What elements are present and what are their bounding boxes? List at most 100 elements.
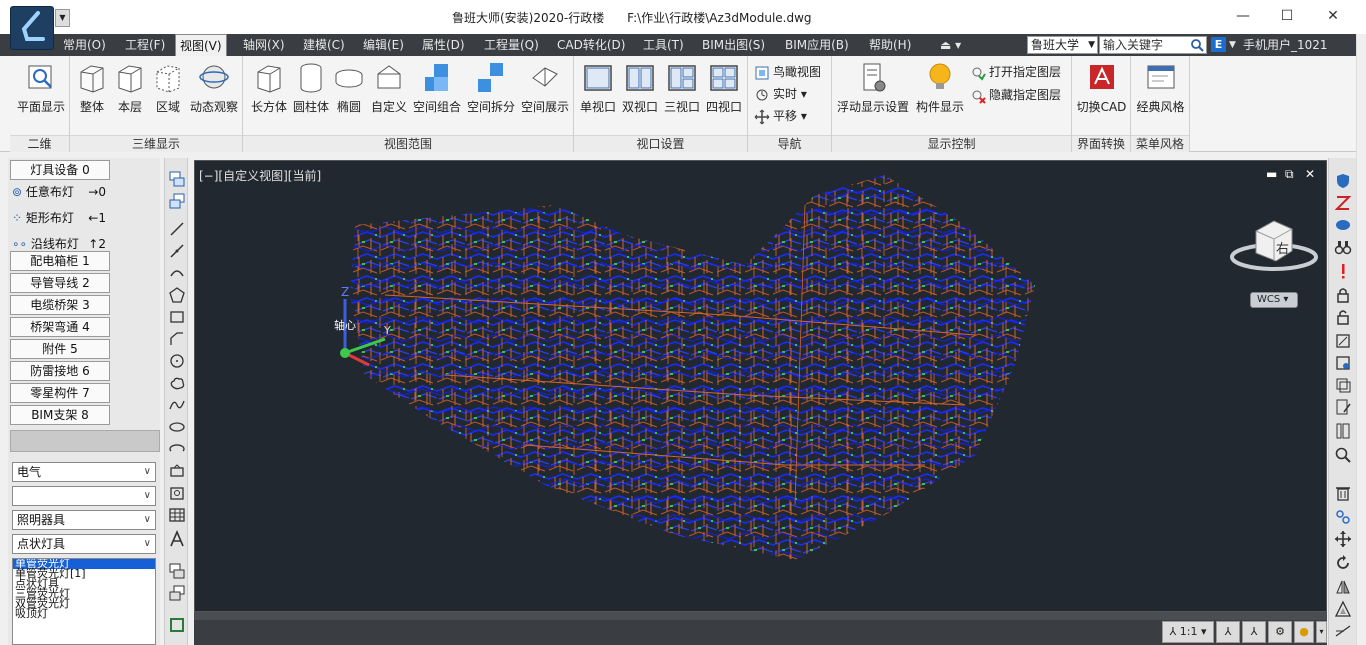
copy-layer-tool[interactable] <box>168 562 186 580</box>
space-combine-button[interactable]: 空间组合 <box>411 60 463 115</box>
lighting-equipment-button[interactable]: 灯具设备 0 <box>10 160 110 180</box>
realtime-button[interactable]: 实时 ▾ <box>754 84 807 104</box>
equipment-type-select[interactable]: 照明器具 ∨ <box>12 510 156 530</box>
menu-project[interactable]: 工程(F) <box>125 34 165 56</box>
block-edit-tool[interactable] <box>1334 332 1352 350</box>
zoom-tool[interactable] <box>1334 446 1352 464</box>
edit-list-tool[interactable] <box>1334 398 1352 416</box>
maximize-button[interactable]: ☐ <box>1264 4 1310 28</box>
plan-view-button[interactable]: 平面显示 <box>16 60 66 115</box>
model-viewport[interactable]: [−][自定义视图][当前] ▬ ⧉ ✕ Z 轴心 Y 右 WCS ▾ <box>194 160 1327 612</box>
ellipse-button[interactable]: 椭圆 <box>329 60 369 115</box>
workspace-button[interactable]: ⚙ <box>1268 621 1292 643</box>
status-menu-dropdown[interactable]: ▾ <box>1316 621 1327 643</box>
quick-access-dropdown[interactable]: ▼ <box>55 9 70 27</box>
switch-cad-button[interactable]: 切换CAD <box>1074 60 1129 115</box>
viewcube[interactable]: 右 <box>1228 209 1320 279</box>
menu-extra-icon[interactable]: ⏏ ▾ <box>940 34 961 56</box>
bird-view-button[interactable]: 鸟瞰视图 <box>754 62 821 82</box>
category-lightning-ground[interactable]: 防雷接地 6 <box>10 361 110 381</box>
menu-bim-apply[interactable]: BIM应用(B) <box>785 34 849 56</box>
search-input[interactable]: 输入关键字 <box>1099 36 1207 54</box>
single-viewport-button[interactable]: 单视口 <box>578 60 618 115</box>
orbit-button[interactable]: 动态观察 <box>188 60 240 115</box>
layer-up-tool[interactable] <box>168 170 186 188</box>
hide-layer-button[interactable]: 隐藏指定图层 <box>970 85 1061 105</box>
insert-block-tool[interactable] <box>168 462 186 480</box>
layer-down-tool[interactable] <box>168 192 186 210</box>
auto-scale-button[interactable]: ⅄ <box>1242 621 1266 643</box>
viewport-close-button[interactable]: ✕ <box>1305 167 1315 181</box>
polyline-tool[interactable] <box>168 242 186 260</box>
app-e-dropdown[interactable]: ▼ <box>1229 34 1236 56</box>
menu-edit[interactable]: 编辑(E) <box>363 34 404 56</box>
menu-tools[interactable]: 工具(T) <box>643 34 684 56</box>
annotation-visibility-button[interactable]: ⅄ <box>1216 621 1240 643</box>
pan-button[interactable]: 平移 ▾ <box>754 106 807 126</box>
rectangle-tool[interactable] <box>168 308 186 326</box>
paste-layer-tool[interactable] <box>168 584 186 602</box>
make-block-tool[interactable] <box>168 484 186 502</box>
component-display-button[interactable]: 构件显示 <box>912 60 968 115</box>
close-button[interactable]: ✕ <box>1310 4 1356 28</box>
open-layer-button[interactable]: 打开指定图层 <box>970 62 1061 82</box>
polyline-arc-tool[interactable] <box>168 330 186 348</box>
scale-tool[interactable] <box>1334 600 1352 618</box>
viewport-label[interactable]: [−][自定义视图][当前] <box>199 167 321 184</box>
copy-props-tool[interactable] <box>1334 376 1352 394</box>
alert-tool[interactable] <box>1334 262 1352 280</box>
properties-tool[interactable] <box>1334 354 1352 372</box>
text-tool[interactable] <box>168 529 186 548</box>
arc-tool[interactable] <box>168 264 186 282</box>
select-box-tool[interactable] <box>168 616 186 634</box>
list-tool[interactable] <box>1334 422 1352 440</box>
this-floor-button[interactable]: 本层 <box>112 60 148 115</box>
ellipse-tool[interactable] <box>168 418 186 436</box>
lock-tool[interactable] <box>1334 286 1352 304</box>
category-conduit-wire[interactable]: 导管导线 2 <box>10 273 110 293</box>
viewport-minimize-button[interactable]: ▬ <box>1266 167 1277 181</box>
wcs-dropdown[interactable]: WCS ▾ <box>1250 292 1298 308</box>
unlock-tool[interactable] <box>1334 308 1352 326</box>
place-light-free[interactable]: ⊚ 任意布灯 →0 <box>12 180 110 204</box>
delete-tool[interactable] <box>1334 484 1352 502</box>
app-e-icon[interactable]: E <box>1211 37 1226 52</box>
panel-gripper[interactable] <box>10 430 160 452</box>
menu-cad-convert[interactable]: CAD转化(D) <box>557 34 625 56</box>
menu-help[interactable]: 帮助(H) <box>869 34 911 56</box>
discipline-select[interactable]: 电气 ∨ <box>12 462 156 482</box>
menu-properties[interactable]: 属性(D) <box>422 34 465 56</box>
place-light-rect[interactable]: ⁘ 矩形布灯 ←1 <box>12 206 110 230</box>
table-tool[interactable] <box>168 506 186 524</box>
circle-tool[interactable] <box>168 352 186 370</box>
menu-view[interactable]: 视图(V) <box>175 34 227 56</box>
category-misc[interactable]: 零星构件 7 <box>10 383 110 403</box>
category-bim-support[interactable]: BIM支架 8 <box>10 405 110 425</box>
menu-modeling[interactable]: 建模(C) <box>303 34 345 56</box>
menu-bim-drawing[interactable]: BIM出图(S) <box>702 34 765 56</box>
spline-tool[interactable] <box>168 396 186 414</box>
cloud-tool[interactable] <box>168 374 186 392</box>
space-split-button[interactable]: 空间拆分 <box>465 60 517 115</box>
menu-axis[interactable]: 轴网(X) <box>243 34 285 56</box>
user-label[interactable]: 手机用户_1021 <box>1243 34 1328 56</box>
mirror-tool[interactable] <box>1334 578 1352 596</box>
subsystem-select[interactable]: ∨ <box>12 486 156 506</box>
lightbulb-status-button[interactable]: ● <box>1294 621 1314 643</box>
space-display-button[interactable]: 空间展示 <box>519 60 571 115</box>
triple-viewport-button[interactable]: 三视口 <box>662 60 702 115</box>
minimize-button[interactable]: — <box>1220 4 1266 28</box>
stretch-tool[interactable] <box>1334 622 1352 640</box>
list-item[interactable]: 吸顶灯 <box>13 608 155 619</box>
cylinder-button[interactable]: 圆柱体 <box>289 60 333 115</box>
box-button[interactable]: 长方体 <box>247 60 291 115</box>
category-distribution-box[interactable]: 配电箱柜 1 <box>10 251 110 271</box>
z-tool[interactable] <box>1334 194 1352 212</box>
app-logo-button[interactable] <box>10 6 54 50</box>
line-tool[interactable] <box>168 220 186 238</box>
search-icon[interactable] <box>1190 38 1204 52</box>
quad-viewport-button[interactable]: 四视口 <box>704 60 744 115</box>
menu-common[interactable]: 常用(O) <box>63 34 106 56</box>
viewport-restore-button[interactable]: ⧉ <box>1285 167 1294 182</box>
menu-quantity[interactable]: 工程量(Q) <box>484 34 539 56</box>
